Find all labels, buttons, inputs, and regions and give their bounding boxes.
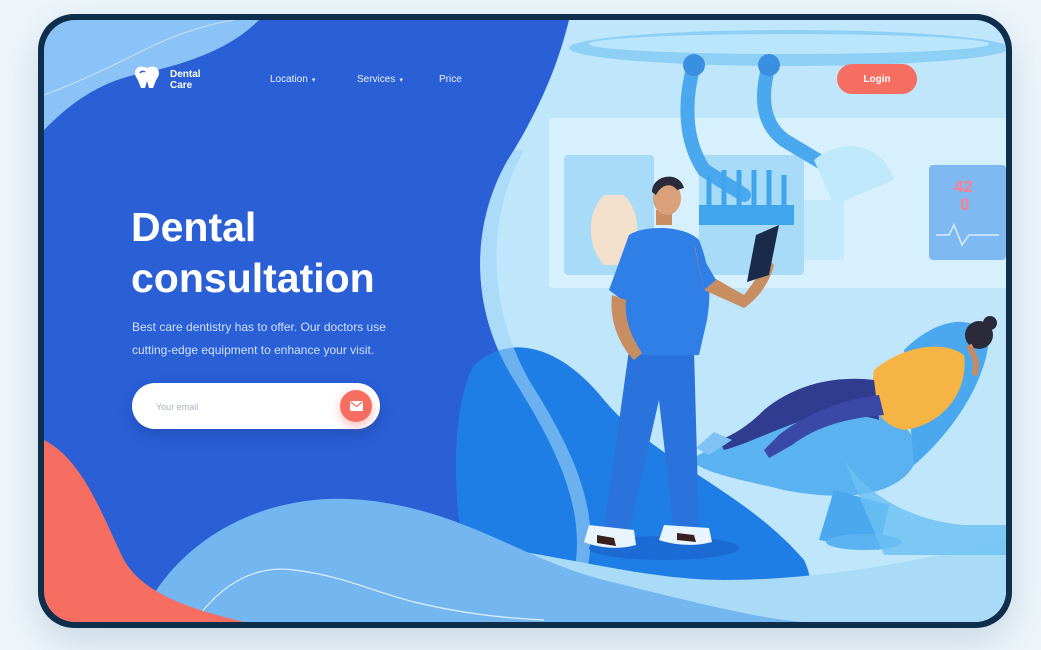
nav-item-services[interactable]: Services ▾ (357, 74, 403, 85)
envelope-icon (349, 399, 363, 414)
hero-title-line: consultation (131, 255, 375, 301)
email-input[interactable] (154, 396, 338, 418)
nav-label: Price (439, 74, 462, 85)
tooth-icon (132, 65, 162, 94)
monitor-reading-top: 42 (954, 177, 973, 196)
nav-label: Location (270, 74, 308, 85)
login-button[interactable]: Login (837, 64, 917, 94)
hero-description-line: Best care dentistry has to offer. Our do… (132, 320, 386, 334)
brand-logo[interactable]: Dental Care (132, 65, 210, 94)
chevron-down-icon: ▾ (311, 76, 316, 84)
nav-item-location[interactable]: Location ▾ (270, 74, 315, 85)
nav-item-price[interactable]: Price (439, 74, 462, 85)
nav-label: Services (357, 74, 396, 85)
device-frame: 42 0 Dental Care Location ▾ Services ▾ P… (38, 14, 1012, 628)
email-signup-form (132, 383, 380, 429)
submit-email-button[interactable] (340, 390, 372, 422)
hero-description: Best care dentistry has to offer. Our do… (132, 316, 422, 362)
landing-page: 42 0 Dental Care Location ▾ Services ▾ P… (44, 20, 1006, 622)
hero-description-line: cutting-edge equipment to enhance your v… (132, 343, 375, 357)
monitor-reading-bottom: 0 (960, 195, 969, 214)
chevron-down-icon: ▾ (399, 76, 403, 84)
brand-name: Dental Care (170, 68, 201, 91)
hero-title: Dental consultation (131, 202, 451, 304)
hero-title-line: Dental (131, 204, 257, 250)
